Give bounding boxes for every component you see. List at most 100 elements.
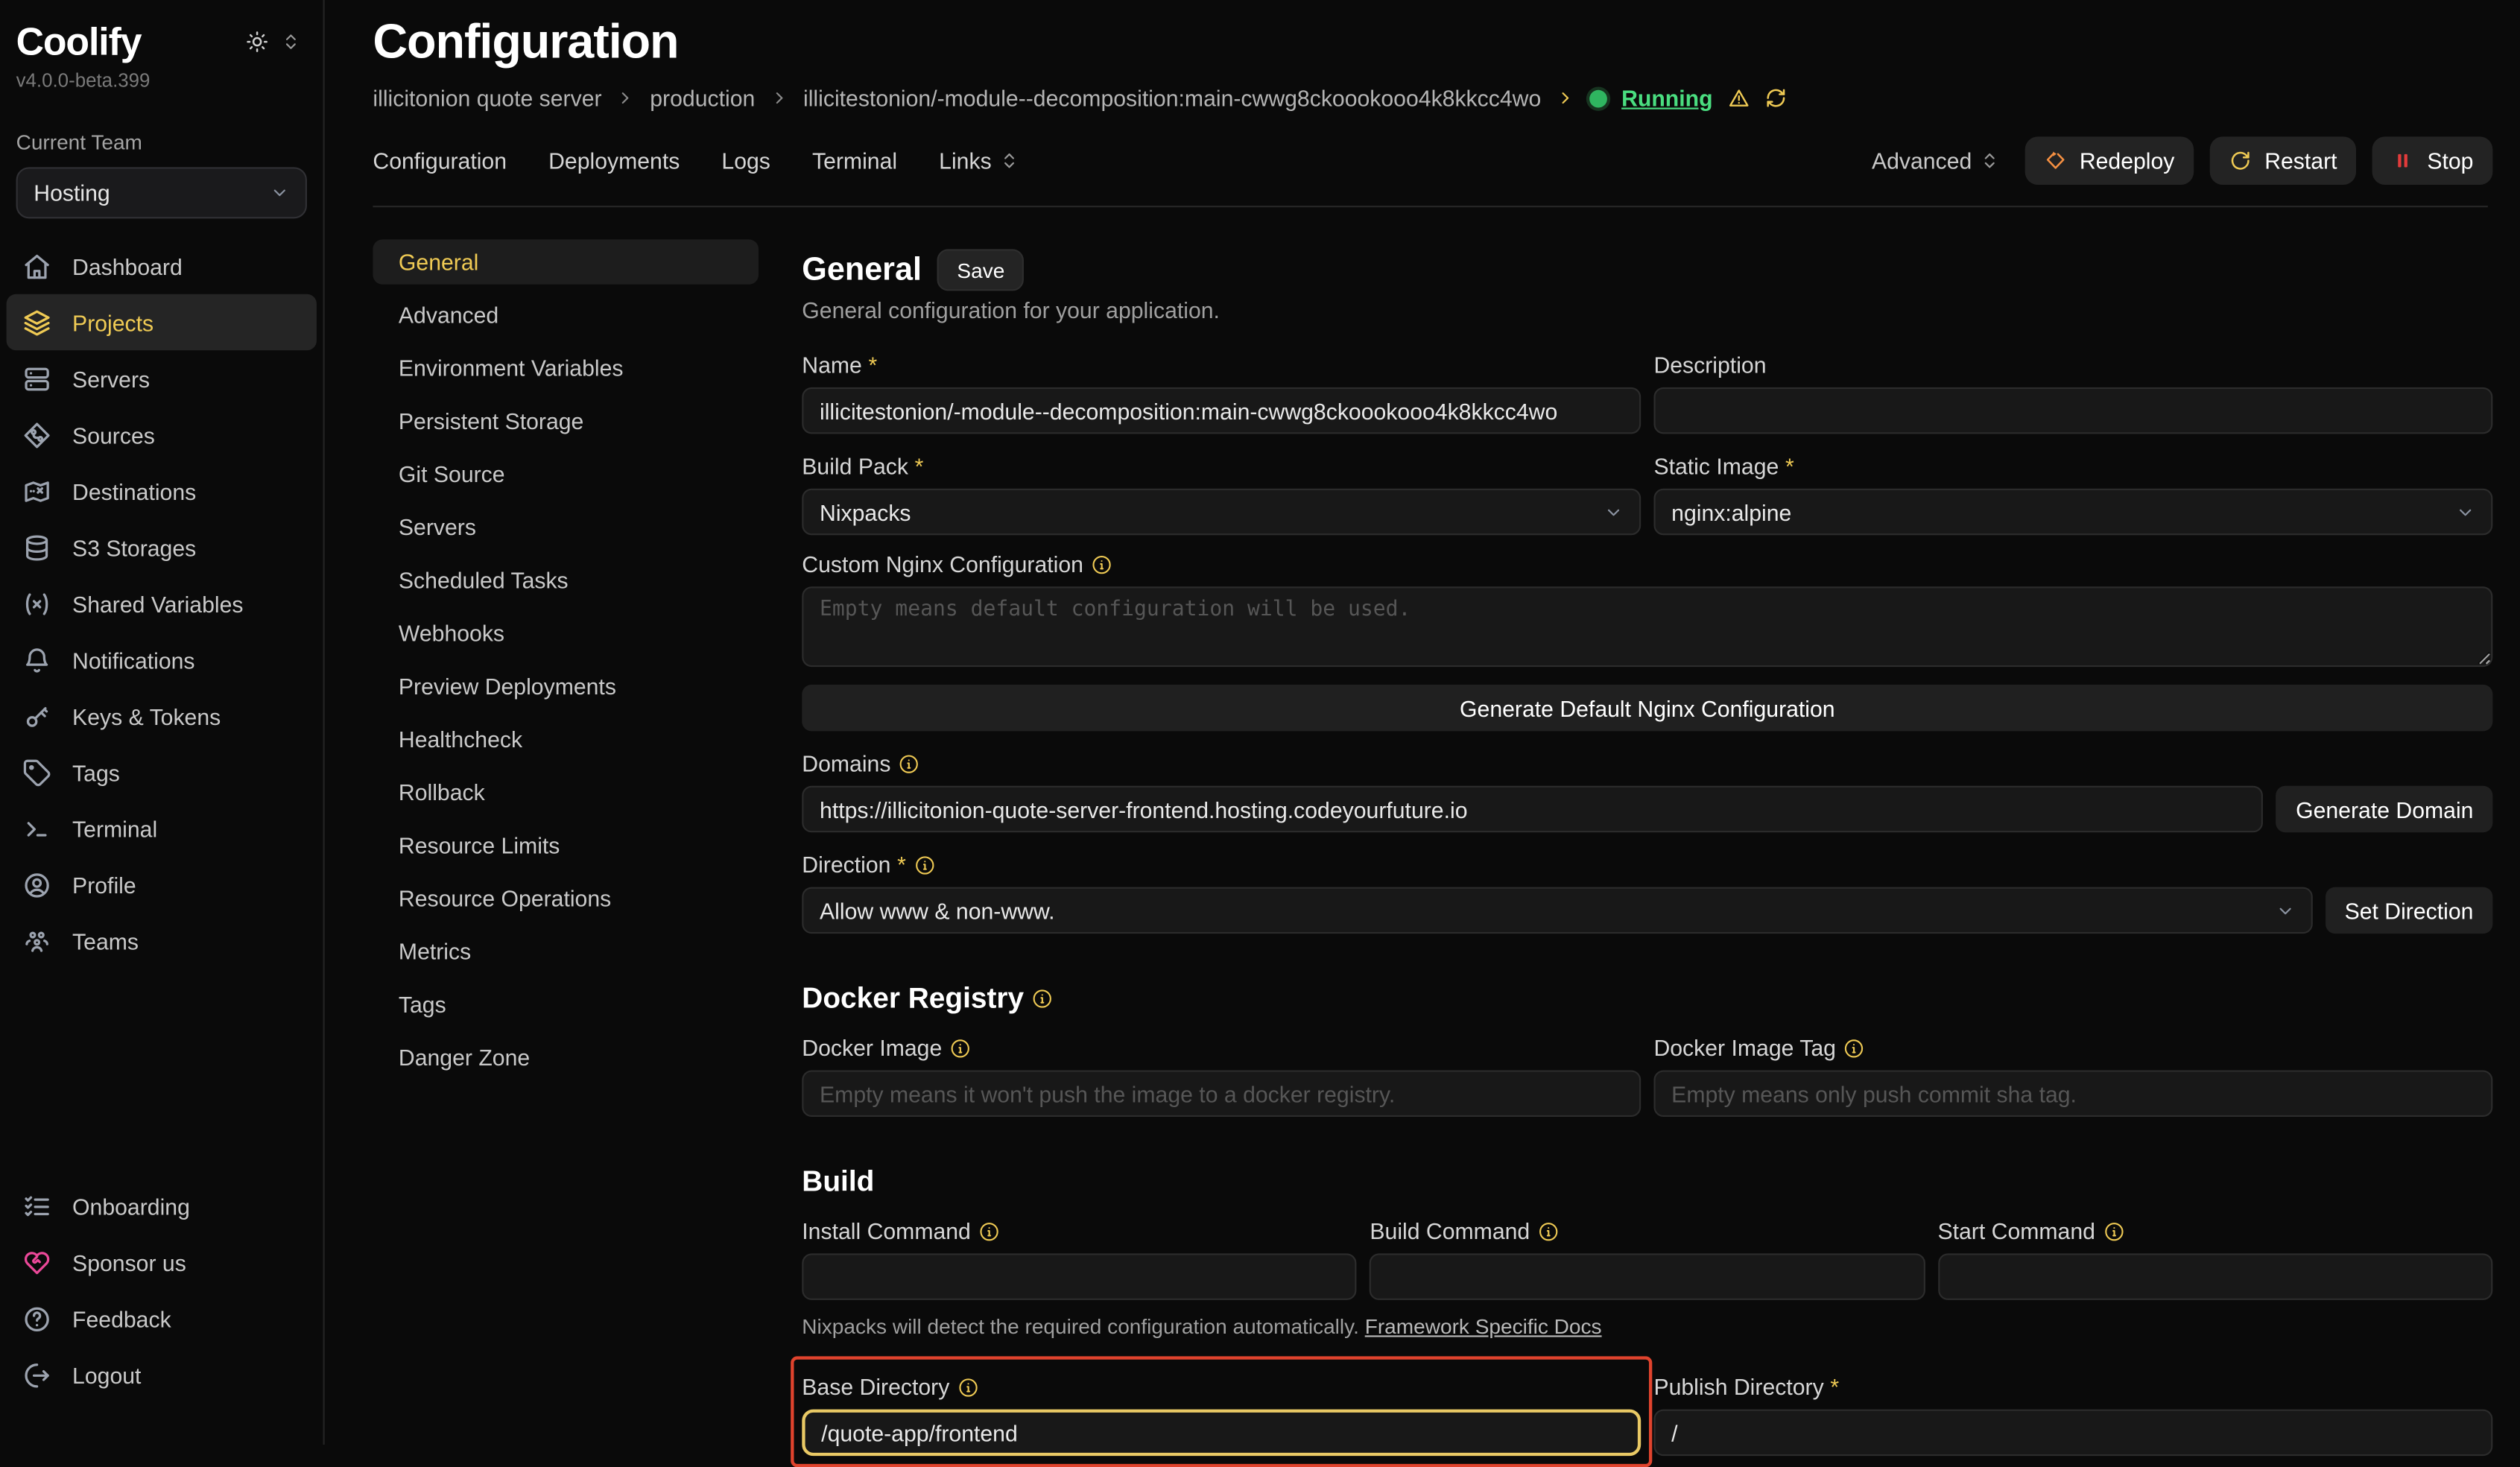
sidebar-item-onboarding[interactable]: Onboarding xyxy=(7,1178,317,1234)
required-asterisk: * xyxy=(1785,453,1794,479)
nixpacks-note: Nixpacks will detect the required config… xyxy=(802,1314,2492,1338)
docker-image-tag-label: Docker Image Tag xyxy=(1653,1035,2492,1061)
content: General Advanced Environment Variables P… xyxy=(325,207,2520,1445)
config-nav-git-source[interactable]: Git Source xyxy=(373,451,759,496)
framework-docs-link[interactable]: Framework Specific Docs xyxy=(1365,1314,1602,1338)
sidebar-item-tags[interactable]: Tags xyxy=(7,744,317,800)
description-input[interactable] xyxy=(1653,387,2492,434)
required-asterisk: * xyxy=(869,352,878,378)
config-nav-healthcheck[interactable]: Healthcheck xyxy=(373,717,759,761)
alert-triangle-icon[interactable] xyxy=(1727,86,1750,109)
name-input[interactable] xyxy=(802,387,1641,434)
restart-button[interactable]: Restart xyxy=(2210,136,2357,185)
tab-logs[interactable]: Logs xyxy=(721,148,770,174)
docker-image-tag-field-group: Docker Image Tag xyxy=(1653,1035,2492,1117)
info-icon xyxy=(950,1037,971,1058)
install-command-input[interactable] xyxy=(802,1253,1357,1300)
domains-input[interactable] xyxy=(802,786,2264,833)
build-command-label: Build Command xyxy=(1370,1218,1925,1244)
info-icon xyxy=(1092,554,1112,574)
config-nav-tags[interactable]: Tags xyxy=(373,982,759,1027)
build-pack-select[interactable]: Nixpacks xyxy=(802,489,1641,536)
publish-directory-input[interactable] xyxy=(1653,1410,2492,1457)
sidebar-item-sources[interactable]: Sources xyxy=(7,407,317,463)
redeploy-button[interactable]: Redeploy xyxy=(2024,136,2194,185)
status-running-link[interactable]: Running xyxy=(1621,85,1712,111)
sidebar-item-destinations[interactable]: Destinations xyxy=(7,463,317,519)
generate-domain-button[interactable]: Generate Domain xyxy=(2276,786,2492,833)
config-nav-environment-variables[interactable]: Environment Variables xyxy=(373,346,759,390)
tab-links[interactable]: Links xyxy=(939,148,1019,174)
sidebar-item-teams[interactable]: Teams xyxy=(7,913,317,969)
tab-deployments[interactable]: Deployments xyxy=(548,148,680,174)
pause-icon xyxy=(2392,150,2414,172)
config-nav-resource-operations[interactable]: Resource Operations xyxy=(373,876,759,921)
install-command-label: Install Command xyxy=(802,1218,1357,1244)
base-directory-input[interactable] xyxy=(802,1410,1641,1457)
team-select[interactable]: Hosting xyxy=(16,167,307,218)
static-image-select[interactable]: nginx:alpine xyxy=(1653,489,2492,536)
app-logo: Coolify xyxy=(16,21,142,66)
sidebar-item-profile[interactable]: Profile xyxy=(7,857,317,913)
publish-directory-label: Publish Directory* xyxy=(1653,1374,2492,1400)
sidebar: Coolify v4.0.0-beta.399 Current Team Hos… xyxy=(0,0,325,1445)
sidebar-nav: Dashboard Projects Servers Sources Desti… xyxy=(0,238,323,969)
sidebar-item-notifications[interactable]: Notifications xyxy=(7,632,317,688)
config-nav-persistent-storage[interactable]: Persistent Storage xyxy=(373,399,759,443)
config-nav-preview-deployments[interactable]: Preview Deployments xyxy=(373,664,759,709)
breadcrumb-project[interactable]: illicitonion quote server xyxy=(373,85,601,111)
sidebar-item-keys-tokens[interactable]: Keys & Tokens xyxy=(7,688,317,744)
static-image-label: Static Image* xyxy=(1653,453,2492,479)
breadcrumb-environment[interactable]: production xyxy=(650,85,755,111)
config-nav-danger-zone[interactable]: Danger Zone xyxy=(373,1035,759,1080)
checklist-icon xyxy=(22,1191,51,1220)
sidebar-item-dashboard[interactable]: Dashboard xyxy=(7,238,317,294)
sidebar-item-servers[interactable]: Servers xyxy=(7,350,317,406)
config-nav-rollback[interactable]: Rollback xyxy=(373,770,759,814)
chevron-down-icon xyxy=(1604,502,1624,522)
start-command-input[interactable] xyxy=(1937,1253,2492,1300)
config-nav-servers[interactable]: Servers xyxy=(373,504,759,549)
sidebar-item-shared-variables[interactable]: Shared Variables xyxy=(7,575,317,631)
docker-image-tag-input[interactable] xyxy=(1653,1070,2492,1117)
generate-nginx-button[interactable]: Generate Default Nginx Configuration xyxy=(802,685,2492,732)
chevron-right-icon xyxy=(616,89,636,108)
config-nav-metrics[interactable]: Metrics xyxy=(373,929,759,974)
refresh-icon[interactable] xyxy=(1764,86,1787,109)
page-header: Configuration illicitonion quote server … xyxy=(325,0,2520,111)
sidebar-item-sponsor-us[interactable]: Sponsor us xyxy=(7,1234,317,1290)
tab-configuration[interactable]: Configuration xyxy=(373,148,507,174)
theme-toggle-icon[interactable] xyxy=(246,31,268,53)
bell-icon xyxy=(22,645,51,674)
config-nav-scheduled-tasks[interactable]: Scheduled Tasks xyxy=(373,557,759,602)
config-nav-webhooks[interactable]: Webhooks xyxy=(373,611,759,656)
sidebar-item-feedback[interactable]: Feedback xyxy=(7,1290,317,1346)
sidebar-item-projects[interactable]: Projects xyxy=(7,294,317,350)
build-command-input[interactable] xyxy=(1370,1253,1925,1300)
breadcrumb: illicitonion quote server production ill… xyxy=(373,85,2487,111)
sidebar-item-s3-storages[interactable]: S3 Storages xyxy=(7,519,317,575)
breadcrumb-resource[interactable]: illicitestonion/-module--decomposition:m… xyxy=(803,85,1541,111)
save-button[interactable]: Save xyxy=(938,249,1025,291)
sidebar-item-terminal[interactable]: Terminal xyxy=(7,800,317,856)
sidebar-item-logout[interactable]: Logout xyxy=(7,1346,317,1402)
config-nav-advanced[interactable]: Advanced xyxy=(373,293,759,338)
chevrons-up-down-icon[interactable] xyxy=(281,32,300,51)
direction-select[interactable]: Allow www & non-www. xyxy=(802,887,2312,934)
build-section-title: Build xyxy=(802,1165,2492,1199)
custom-nginx-textarea[interactable] xyxy=(802,586,2492,667)
tag-icon xyxy=(22,758,51,787)
stop-button[interactable]: Stop xyxy=(2372,136,2492,185)
home-icon xyxy=(22,252,51,281)
set-direction-button[interactable]: Set Direction xyxy=(2326,887,2493,934)
direction-label: Direction* xyxy=(802,852,2492,878)
sidebar-footer-nav: Onboarding Sponsor us Feedback Logout xyxy=(0,1178,323,1403)
advanced-dropdown[interactable]: Advanced xyxy=(1872,148,1999,174)
section-description: General configuration for your applicati… xyxy=(802,297,2492,323)
name-field-group: Name* xyxy=(802,352,1641,434)
config-nav-resource-limits[interactable]: Resource Limits xyxy=(373,823,759,867)
config-nav-general[interactable]: General xyxy=(373,239,759,284)
description-label: Description xyxy=(1653,352,2492,378)
tab-terminal[interactable]: Terminal xyxy=(812,148,897,174)
docker-image-input[interactable] xyxy=(802,1070,1641,1117)
